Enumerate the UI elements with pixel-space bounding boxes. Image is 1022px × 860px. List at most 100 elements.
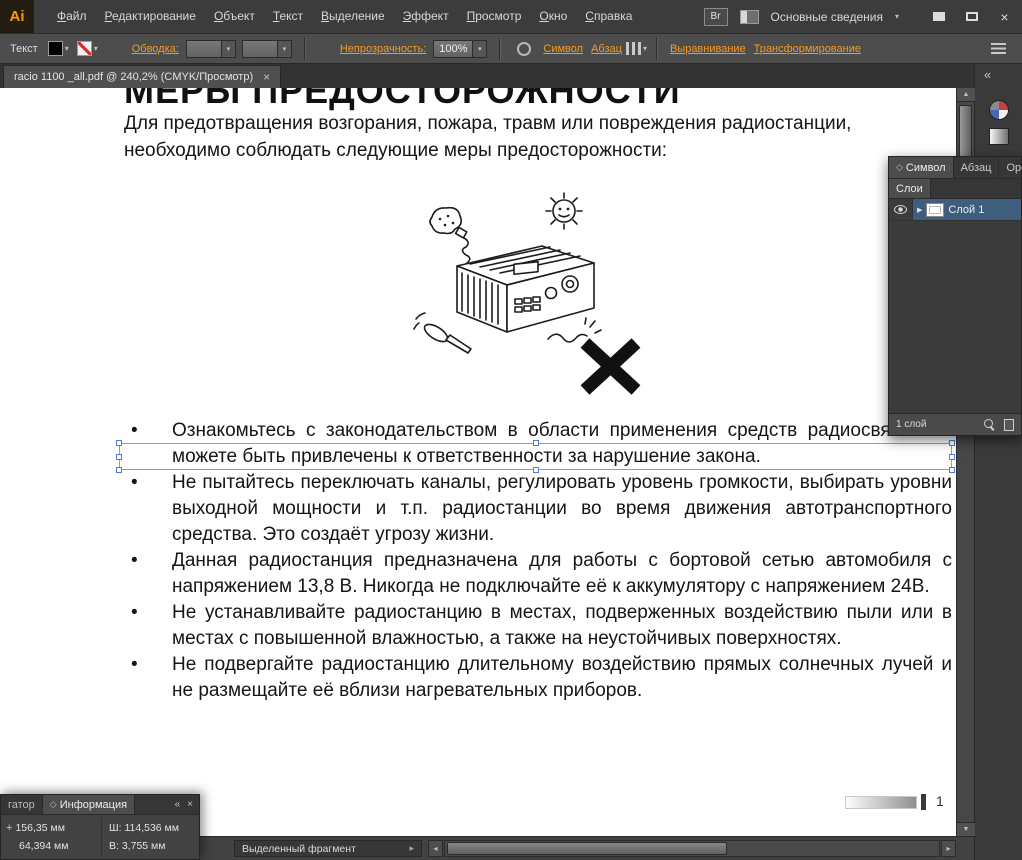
paragraph-panel-link[interactable]: Абзац bbox=[591, 43, 622, 55]
stroke-weight-dropdown-icon[interactable]: ▾ bbox=[221, 41, 235, 57]
panel-collapse-icon[interactable]: ◇ bbox=[896, 162, 903, 173]
prohibition-cross-icon bbox=[585, 343, 636, 390]
selection-handle[interactable] bbox=[949, 467, 955, 473]
stroke-color-control[interactable]: ▾ bbox=[77, 41, 98, 56]
width-profile-combo[interactable]: ▾ bbox=[242, 40, 292, 58]
selection-handle[interactable] bbox=[949, 454, 955, 460]
stroke-weight-combo[interactable]: ▾ bbox=[186, 40, 236, 58]
menu-window[interactable]: Окно bbox=[530, 0, 576, 33]
menu-type[interactable]: Текст bbox=[264, 0, 312, 33]
workspace-dropdown-icon[interactable]: ▾ bbox=[895, 12, 899, 21]
layer-name[interactable]: Слой 1 bbox=[948, 204, 984, 216]
panel-collapse-icon[interactable]: ◇ bbox=[50, 799, 57, 810]
tab-close-icon[interactable]: × bbox=[263, 70, 270, 84]
tab-paragraph[interactable]: Абзац bbox=[954, 157, 1000, 178]
tab-navigator-partial[interactable]: гатор bbox=[1, 795, 43, 814]
scroll-left-icon[interactable]: ◂ bbox=[428, 840, 443, 857]
tab-info[interactable]: ◇ Информация bbox=[43, 795, 135, 814]
layers-panel-footer: 1 слой bbox=[889, 413, 1021, 435]
transform-panel-link[interactable]: Трансформирование bbox=[754, 43, 861, 55]
expand-layer-icon[interactable]: ▶ bbox=[917, 206, 922, 214]
menu-file[interactable]: Файл bbox=[48, 0, 96, 33]
tab-character-label: Символ bbox=[906, 162, 946, 174]
menu-bar: Ai Файл Редактирование Объект Текст Выде… bbox=[0, 0, 1022, 34]
opacity-link[interactable]: Непрозрачность: bbox=[340, 43, 426, 55]
panel-close-icon[interactable]: × bbox=[187, 799, 193, 810]
visibility-toggle[interactable] bbox=[889, 199, 913, 220]
character-panel-link[interactable]: Символ bbox=[543, 43, 583, 55]
status-display[interactable]: Выделенный фрагмент ▸ bbox=[234, 840, 422, 857]
stroke-dropdown-icon[interactable]: ▾ bbox=[94, 44, 98, 53]
layer-row[interactable]: ▶ Слой 1 bbox=[889, 199, 1021, 221]
workspace-layout-icon[interactable] bbox=[740, 10, 759, 24]
width-profile-dropdown-icon[interactable]: ▾ bbox=[277, 41, 291, 57]
status-menu-icon[interactable]: ▸ bbox=[409, 843, 414, 854]
scroll-up-icon[interactable]: ▲ bbox=[957, 88, 975, 102]
gradient-panel-icon[interactable] bbox=[989, 128, 1009, 145]
opacity-combo[interactable]: 100% ▾ bbox=[433, 40, 487, 58]
horizontal-scroll-thumb[interactable] bbox=[447, 842, 727, 855]
graphic-styles-icon[interactable] bbox=[626, 42, 641, 55]
color-panel-icon[interactable] bbox=[989, 100, 1009, 120]
radio-icon bbox=[457, 246, 594, 332]
bullet-text-3[interactable]: Данная радиостанция предназначена для ра… bbox=[172, 548, 952, 600]
close-button[interactable]: × bbox=[991, 8, 1018, 25]
document-canvas[interactable]: МЕРЫ ПРЕДОСТОРОЖНОСТИ Для предотвращения… bbox=[0, 88, 956, 836]
menu-edit[interactable]: Редактирование bbox=[96, 0, 205, 33]
illustrator-app: { "colors": { "accent_link": "#f49b20", … bbox=[0, 0, 1022, 860]
new-layer-icon[interactable] bbox=[1004, 419, 1014, 431]
workspace-switcher[interactable]: Основные сведения bbox=[771, 10, 883, 24]
collapse-panels-icon[interactable]: « bbox=[984, 67, 991, 82]
selection-handle[interactable] bbox=[116, 440, 122, 446]
bridge-icon[interactable]: Br bbox=[704, 8, 728, 26]
fill-swatch-icon[interactable] bbox=[48, 41, 63, 56]
menu-effect[interactable]: Эффект bbox=[394, 0, 458, 33]
page-footer-tick bbox=[921, 794, 926, 810]
panel-minimize-icon[interactable]: « bbox=[175, 799, 181, 810]
width-value: 114,536 мм bbox=[124, 822, 179, 834]
character-panel-group-tabs: ◇ Символ Абзац Ope bbox=[889, 157, 1021, 179]
tab-layers[interactable]: Слои bbox=[889, 179, 931, 198]
stroke-none-swatch-icon[interactable] bbox=[77, 41, 92, 56]
restore-icon bbox=[966, 12, 978, 21]
scroll-down-icon[interactable]: ▼ bbox=[957, 822, 975, 836]
style-target-icon[interactable] bbox=[517, 42, 531, 56]
warning-illustration bbox=[402, 181, 658, 401]
minimize-button[interactable] bbox=[925, 8, 952, 25]
align-panel-link[interactable]: Выравнивание bbox=[670, 43, 746, 55]
selection-handle[interactable] bbox=[949, 440, 955, 446]
fill-color-control[interactable]: ▾ bbox=[48, 41, 69, 56]
fill-dropdown-icon[interactable]: ▾ bbox=[65, 44, 69, 53]
selection-handle[interactable] bbox=[116, 467, 122, 473]
menu-object[interactable]: Объект bbox=[205, 0, 264, 33]
minimize-icon bbox=[933, 12, 945, 21]
locate-object-icon[interactable] bbox=[984, 419, 996, 431]
bullet-text-4[interactable]: Не устанавливайте радиостанцию в местах,… bbox=[172, 600, 952, 652]
menu-view[interactable]: Просмотр bbox=[458, 0, 531, 33]
horizontal-scrollbar[interactable] bbox=[444, 840, 940, 857]
selection-handle[interactable] bbox=[116, 454, 122, 460]
window-controls: × bbox=[925, 8, 1018, 25]
menu-help[interactable]: Справка bbox=[576, 0, 641, 33]
opacity-value: 100% bbox=[434, 41, 472, 57]
scroll-right-icon[interactable]: ▸ bbox=[941, 840, 956, 857]
graphic-styles-dropdown-icon[interactable]: ▾ bbox=[643, 44, 647, 53]
restore-button[interactable] bbox=[958, 8, 985, 25]
selection-type-label: Текст bbox=[10, 43, 38, 55]
control-panel-menu-icon[interactable] bbox=[991, 43, 1006, 54]
selection-handle[interactable] bbox=[533, 440, 539, 446]
crosshair-icon: + bbox=[6, 822, 12, 834]
layer-row-selected[interactable]: ▶ Слой 1 bbox=[913, 199, 1021, 220]
opacity-dropdown-icon[interactable]: ▾ bbox=[472, 41, 486, 57]
bullet-text-2[interactable]: Не пытайтесь переключать каналы, регулир… bbox=[172, 470, 952, 548]
menu-select[interactable]: Выделение bbox=[312, 0, 394, 33]
bullet-text-5[interactable]: Не подвергайте радиостанцию длительному … bbox=[172, 652, 952, 704]
width-readout: Ш: 114,536 мм bbox=[109, 822, 179, 834]
separator bbox=[656, 38, 657, 60]
stroke-panel-link[interactable]: Обводка: bbox=[132, 43, 179, 55]
tab-opentype[interactable]: Ope bbox=[999, 157, 1022, 178]
tab-character[interactable]: ◇ Символ bbox=[889, 157, 954, 178]
selection-handle[interactable] bbox=[533, 467, 539, 473]
text-selection-box[interactable] bbox=[119, 443, 952, 470]
document-tab[interactable]: racio 1100 _all.pdf @ 240,2% (CMYK/Просм… bbox=[3, 65, 281, 88]
